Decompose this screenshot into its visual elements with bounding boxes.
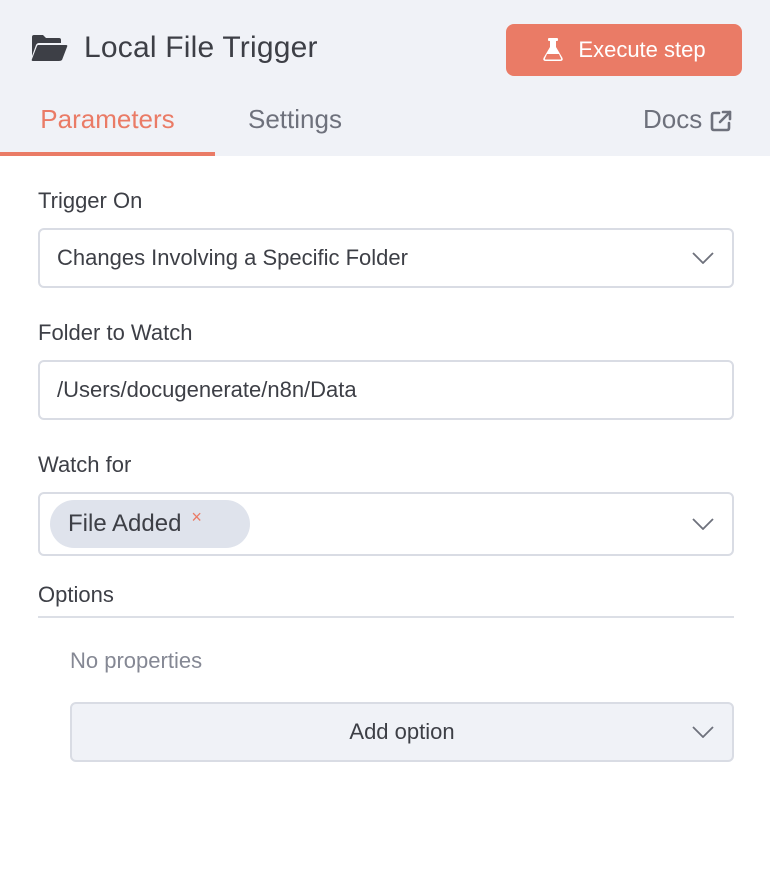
tab-docs[interactable]: Docs: [643, 96, 732, 156]
watch-for-select[interactable]: File Added ×: [38, 492, 734, 556]
tab-parameters[interactable]: Parameters: [0, 96, 215, 156]
chevron-down-icon: [692, 726, 714, 738]
execute-step-button[interactable]: Execute step: [506, 24, 742, 76]
chip-label: File Added: [68, 510, 182, 537]
folder-to-watch-input[interactable]: [38, 360, 734, 420]
tab-settings[interactable]: Settings: [248, 96, 342, 156]
external-link-icon: [710, 110, 732, 132]
watch-for-label: Watch for: [38, 452, 132, 477]
trigger-on-value: Changes Involving a Specific Folder: [57, 245, 408, 270]
tab-docs-label: Docs: [643, 104, 703, 134]
add-option-label: Add option: [349, 719, 455, 744]
folder-open-icon: [30, 34, 68, 62]
node-header: Local File Trigger Execute step Paramete…: [0, 0, 770, 156]
file-added-chip: File Added ×: [50, 500, 250, 548]
trigger-on-select[interactable]: Changes Involving a Specific Folder: [38, 228, 734, 288]
title-row: Local File Trigger: [30, 26, 318, 70]
options-heading: Options: [38, 582, 114, 607]
folder-to-watch-label: Folder to Watch: [38, 320, 193, 345]
chevron-down-icon: [692, 252, 714, 264]
tab-bar: Parameters Settings Docs: [0, 96, 770, 156]
chevron-down-icon: [692, 518, 714, 530]
tab-settings-label: Settings: [248, 104, 342, 134]
execute-step-label: Execute step: [578, 37, 706, 62]
beaker-icon: [542, 38, 564, 62]
chip-remove-icon[interactable]: ×: [191, 507, 202, 528]
trigger-on-label: Trigger On: [38, 188, 143, 213]
tab-parameters-label: Parameters: [40, 104, 175, 134]
options-divider: [38, 616, 734, 618]
no-properties-text: No properties: [70, 648, 203, 673]
node-title: Local File Trigger: [84, 31, 318, 64]
add-option-button[interactable]: Add option: [70, 702, 734, 762]
